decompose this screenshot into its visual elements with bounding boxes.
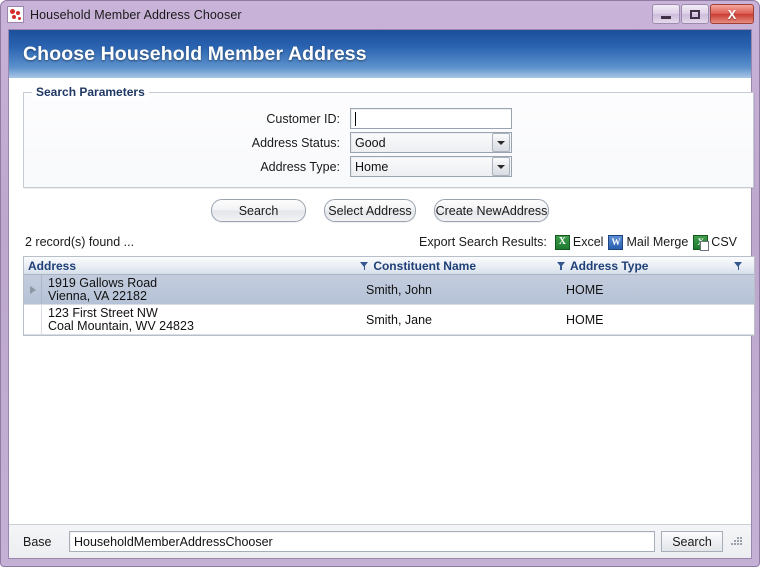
export-mail-merge-label: Mail Merge (626, 235, 689, 249)
minimize-icon (661, 15, 671, 19)
action-buttons: Search Select Address Create NewAddress (9, 199, 751, 222)
cell-address-type: HOME (566, 282, 604, 297)
maximize-icon (690, 9, 700, 19)
status-bar: Base HouseholdMemberAddressChooser Searc… (9, 524, 751, 558)
close-icon: X (727, 6, 737, 22)
address-type-select[interactable]: Home (350, 156, 512, 177)
csv-icon: X (693, 234, 710, 251)
results-grid: Address Constituent Name Address Type 19… (23, 256, 755, 336)
export-csv-label: CSV (711, 235, 737, 249)
row-indicator (24, 305, 42, 334)
column-header-constituent-name-label: Constituent Name (373, 258, 476, 273)
chevron-down-icon[interactable] (492, 133, 510, 152)
column-header-address-label: Address (28, 258, 77, 273)
chevron-down-icon[interactable] (492, 157, 510, 176)
page-body: Search Parameters Customer ID: Address S… (9, 78, 755, 524)
results-info-row: 2 record(s) found ... Export Search Resu… (9, 232, 751, 252)
select-address-button[interactable]: Select Address (324, 199, 416, 222)
form-row-customer-id: Customer ID: (24, 107, 753, 130)
address-line-1: 123 First Street NW (48, 305, 158, 320)
column-header-address-type[interactable]: Address Type (553, 257, 730, 274)
close-button[interactable]: X (710, 4, 754, 24)
window-client-area: Choose Household Member Address Search P… (8, 29, 755, 559)
cell-address-type: HOME (566, 312, 604, 327)
search-form: Customer ID: Address Status: Good Addres… (24, 107, 753, 179)
address-line-2: Coal Mountain, WV 24823 (48, 318, 194, 333)
word-icon: W (608, 234, 624, 250)
search-button[interactable]: Search (211, 199, 306, 222)
customer-id-input[interactable] (350, 108, 512, 129)
address-type-label: Address Type: (260, 159, 340, 174)
export-options: Export Search Results: X Excel W Mail Me… (419, 234, 737, 251)
status-search-button[interactable]: Search (661, 531, 723, 552)
record-count-label: 2 record(s) found ... (25, 235, 135, 249)
form-row-address-status: Address Status: Good (24, 131, 753, 154)
table-row[interactable]: 123 First Street NW Coal Mountain, WV 24… (24, 305, 754, 335)
app-dots-icon (7, 6, 24, 23)
status-search-value: HouseholdMemberAddressChooser (74, 534, 273, 549)
address-line-2: Vienna, VA 22182 (48, 288, 147, 303)
grid-header-row: Address Constituent Name Address Type (24, 257, 754, 275)
customer-id-label: Customer ID: (266, 111, 340, 126)
status-base-label: Base (23, 534, 52, 549)
filter-funnel-icon[interactable] (734, 261, 743, 270)
address-status-value: Good (355, 135, 386, 150)
export-label: Export Search Results: (419, 235, 547, 249)
column-header-address-type-label: Address Type (569, 258, 649, 273)
cell-constituent-name: Smith, Jane (366, 312, 433, 327)
export-mail-merge-link[interactable]: W Mail Merge (608, 234, 689, 250)
title-bar[interactable]: Household Member Address Chooser X (1, 1, 759, 28)
search-parameters-legend: Search Parameters (32, 85, 149, 99)
row-arrow-icon (29, 285, 36, 294)
export-excel-link[interactable]: X Excel (554, 234, 604, 250)
filter-funnel-icon[interactable] (360, 261, 369, 270)
cell-address: 123 First Street NW Coal Mountain, WV 24… (42, 305, 362, 333)
address-line-1: 1919 Gallows Road (48, 275, 158, 290)
resize-grip-icon[interactable] (729, 535, 743, 549)
search-parameters-panel: Search Parameters Customer ID: Address S… (23, 85, 754, 188)
page-header: Choose Household Member Address (9, 30, 751, 78)
excel-icon: X (554, 234, 570, 250)
window-title: Household Member Address Chooser (30, 7, 242, 22)
status-search-input[interactable]: HouseholdMemberAddressChooser (69, 531, 655, 552)
address-status-select[interactable]: Good (350, 132, 512, 153)
text-caret (355, 111, 356, 126)
filter-funnel-icon[interactable] (556, 261, 566, 270)
address-status-label: Address Status: (251, 135, 340, 150)
minimize-button[interactable] (652, 4, 680, 24)
export-csv-link[interactable]: X CSV (693, 234, 737, 251)
page-title: Choose Household Member Address (23, 42, 367, 65)
address-type-value: Home (355, 159, 389, 174)
table-row[interactable]: 1919 Gallows Road Vienna, VA 22182 Smith… (24, 275, 754, 305)
maximize-button[interactable] (681, 4, 709, 24)
column-header-filter-end[interactable] (730, 257, 754, 274)
export-excel-label: Excel (572, 235, 604, 249)
application-window: Household Member Address Chooser X Choos… (0, 0, 760, 567)
row-indicator (24, 275, 42, 304)
column-header-constituent-name[interactable]: Constituent Name (356, 257, 553, 274)
cell-address: 1919 Gallows Road Vienna, VA 22182 (42, 275, 362, 303)
window-controls: X (652, 4, 754, 24)
cell-constituent-name: Smith, John (366, 282, 433, 297)
create-new-address-button[interactable]: Create NewAddress (434, 199, 549, 222)
column-header-address[interactable]: Address (24, 257, 356, 274)
form-row-address-type: Address Type: Home (24, 155, 753, 178)
